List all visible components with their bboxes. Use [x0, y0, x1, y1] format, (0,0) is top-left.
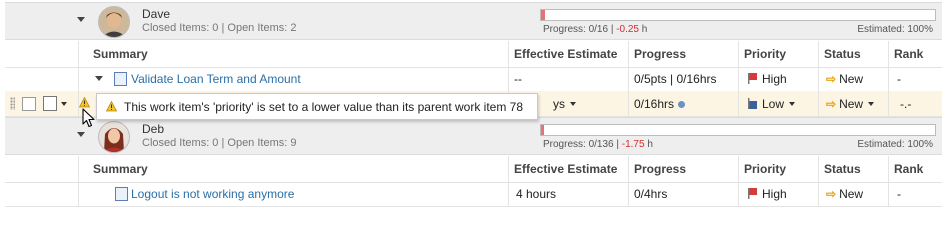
priority-dropdown[interactable]: Low — [748, 97, 796, 111]
expand-triangle-icon[interactable] — [95, 76, 103, 81]
collapse-triangle-icon[interactable] — [77, 132, 85, 137]
status-dropdown[interactable]: ⇨ New — [826, 97, 875, 111]
column-header-status[interactable]: Status — [824, 162, 861, 176]
status-cell: ⇨ New — [826, 72, 863, 86]
chevron-down-icon — [570, 102, 576, 106]
status-cell: ⇨ New — [826, 187, 863, 201]
low-priority-flag-icon — [748, 98, 757, 109]
progress-prefix: Progress: 0/16 | — [543, 24, 617, 35]
new-arrow-icon: ⇨ — [826, 97, 837, 111]
capacity-bar — [540, 9, 936, 21]
column-header-effective-estimate[interactable]: Effective Estimate — [514, 162, 617, 176]
progress-value: 0/4hrs — [634, 187, 668, 201]
avatar — [98, 6, 130, 38]
story-icon — [114, 72, 127, 86]
column-headers: Summary Effective Estimate Progress Prio… — [5, 156, 942, 183]
status-label: New — [839, 72, 864, 86]
column-header-progress[interactable]: Progress — [634, 162, 686, 176]
column-header-summary[interactable]: Summary — [93, 162, 148, 176]
effective-estimate-dropdown[interactable]: ys — [553, 97, 576, 111]
priority-label: Low — [762, 97, 785, 111]
capacity-bar-fill — [541, 125, 544, 135]
estimated-percent: Estimated: 100% — [857, 24, 933, 35]
high-priority-flag-icon — [748, 73, 757, 84]
table-row[interactable]: Validate Loan Term and Amount -- 0/5pts … — [5, 66, 942, 92]
progress-text: 0/16hrs — [634, 97, 675, 111]
defect-icon — [115, 187, 128, 201]
person-item-stats: Closed Items: 0 | Open Items: 2 — [142, 22, 297, 34]
work-item-link[interactable]: Logout is not working anymore — [131, 187, 294, 201]
progress-value: 0/16hrs — [634, 97, 686, 111]
chevron-down-icon — [868, 102, 875, 106]
progress-value: 0/5pts | 0/16hrs — [634, 72, 717, 86]
column-header-progress[interactable]: Progress — [634, 47, 686, 61]
column-header-priority[interactable]: Priority — [744, 162, 786, 176]
effective-estimate: -- — [514, 72, 522, 86]
progress-negative-hours: -1.75 — [621, 139, 645, 150]
priority-cell: High — [748, 187, 787, 201]
capacity-bar-fill — [541, 10, 545, 20]
priority-label: High — [762, 187, 787, 201]
person-name: Deb — [142, 122, 165, 136]
collapse-triangle-icon[interactable] — [77, 17, 85, 22]
estimated-percent: Estimated: 100% — [857, 139, 933, 150]
new-arrow-icon: ⇨ — [826, 187, 837, 201]
rank-value: - — [897, 187, 901, 201]
actions-dropdown-icon[interactable] — [61, 102, 67, 106]
capacity-progress-text: Progress: 0/136 | -1.75 h — [543, 139, 653, 150]
edit-item-icon[interactable] — [43, 96, 57, 111]
tooltip-text: This work item's 'priority' is set to a … — [124, 100, 524, 114]
status-label: New — [839, 97, 864, 111]
mouse-pointer-icon — [82, 108, 95, 128]
progress-suffix: h — [639, 24, 648, 35]
column-header-status[interactable]: Status — [824, 47, 861, 61]
priority-label: High — [762, 72, 787, 86]
effective-estimate-value: ys — [553, 97, 565, 111]
warning-icon[interactable] — [79, 97, 90, 108]
column-header-rank[interactable]: Rank — [894, 162, 923, 176]
avatar — [98, 121, 130, 153]
column-header-summary[interactable]: Summary — [93, 47, 148, 61]
progress-negative-hours: -0.25 — [616, 24, 639, 35]
warning-icon — [106, 101, 117, 112]
row-checkbox[interactable] — [22, 97, 36, 111]
rank-value: -.- — [900, 97, 912, 111]
info-icon[interactable] — [678, 101, 686, 108]
column-headers: Summary Effective Estimate Progress Prio… — [5, 41, 942, 68]
column-header-priority[interactable]: Priority — [744, 47, 786, 61]
new-arrow-icon: ⇨ — [826, 72, 837, 86]
chevron-down-icon — [789, 102, 796, 106]
person-item-stats: Closed Items: 0 | Open Items: 9 — [142, 137, 297, 149]
work-item-link[interactable]: Validate Loan Term and Amount — [131, 72, 301, 86]
column-header-effective-estimate[interactable]: Effective Estimate — [514, 47, 617, 61]
priority-cell: High — [748, 72, 787, 86]
person-name: Dave — [142, 7, 171, 21]
progress-prefix: Progress: 0/136 | — [543, 139, 622, 150]
capacity-progress-text: Progress: 0/16 | -0.25 h — [543, 24, 647, 35]
group-header-dave: Dave Closed Items: 0 | Open Items: 2 Pro… — [5, 2, 942, 40]
drag-handle-icon[interactable] — [10, 97, 15, 110]
group-header-deb: Deb Closed Items: 0 | Open Items: 9 Prog… — [5, 117, 942, 155]
effective-estimate: 4 hours — [516, 187, 557, 201]
rank-value: - — [897, 72, 901, 86]
progress-suffix: h — [644, 139, 653, 150]
table-row[interactable]: Logout is not working anymore 4 hours 0/… — [5, 181, 942, 207]
status-label: New — [839, 187, 864, 201]
capacity-bar — [540, 124, 936, 136]
high-priority-flag-icon — [748, 188, 757, 199]
warning-tooltip: This work item's 'priority' is set to a … — [96, 93, 538, 120]
column-header-rank[interactable]: Rank — [894, 47, 923, 61]
